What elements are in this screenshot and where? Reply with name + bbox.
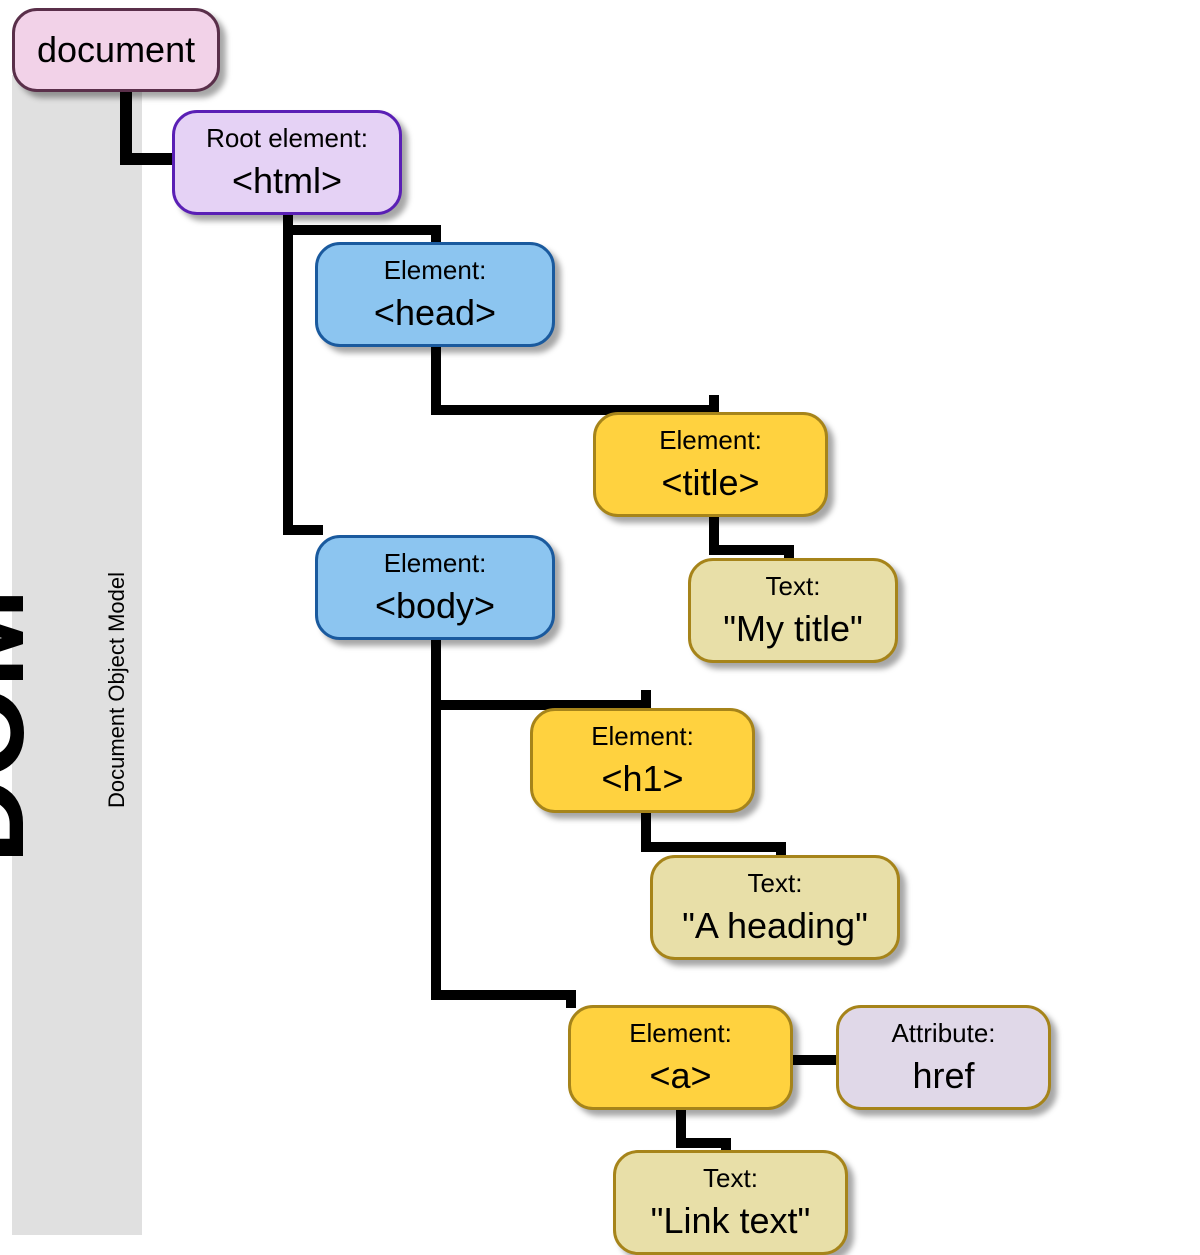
node-h1: Element: <h1> xyxy=(530,708,755,813)
connector xyxy=(283,225,441,235)
node-value: <title> xyxy=(614,462,807,504)
node-value: href xyxy=(857,1055,1030,1097)
connector xyxy=(566,990,576,1008)
connector xyxy=(431,990,576,1000)
node-type: Text: xyxy=(634,1163,827,1194)
node-type: Element: xyxy=(551,721,734,752)
sidebar: DOM Document Object Model xyxy=(12,75,142,1235)
node-head: Element: <head> xyxy=(315,242,555,347)
node-href: Attribute: href xyxy=(836,1005,1051,1110)
node-type: Element: xyxy=(589,1018,772,1049)
node-value: <a> xyxy=(589,1055,772,1097)
node-value: <body> xyxy=(336,585,534,627)
dom-full-name: Document Object Model xyxy=(104,572,130,808)
connector xyxy=(283,525,323,535)
connector xyxy=(431,700,441,1000)
node-html-root: Root element: <html> xyxy=(172,110,402,215)
connector xyxy=(283,225,293,535)
node-a: Element: <a> xyxy=(568,1005,793,1110)
node-type: Element: xyxy=(336,548,534,579)
node-type: Element: xyxy=(614,425,807,456)
node-document: document xyxy=(12,8,220,92)
node-h1-text: Text: "A heading" xyxy=(650,855,900,960)
node-a-text: Text: "Link text" xyxy=(613,1150,848,1255)
node-label: document xyxy=(37,29,195,70)
node-type: Text: xyxy=(671,868,879,899)
dom-acronym: DOM xyxy=(0,590,51,864)
node-value: <head> xyxy=(336,292,534,334)
node-value: <h1> xyxy=(551,758,734,800)
node-type: Element: xyxy=(336,255,534,286)
node-value: "A heading" xyxy=(671,905,879,947)
connector xyxy=(790,1055,840,1065)
connector xyxy=(641,690,651,710)
connector xyxy=(120,153,180,165)
node-type: Text: xyxy=(709,571,877,602)
node-value: "My title" xyxy=(709,608,877,650)
connector xyxy=(709,545,794,555)
connector xyxy=(641,842,786,852)
node-value: <html> xyxy=(193,160,381,202)
node-title-text: Text: "My title" xyxy=(688,558,898,663)
node-type: Root element: xyxy=(193,123,381,154)
node-type: Attribute: xyxy=(857,1018,1030,1049)
node-title: Element: <title> xyxy=(593,412,828,517)
node-value: "Link text" xyxy=(634,1200,827,1242)
node-body: Element: <body> xyxy=(315,535,555,640)
